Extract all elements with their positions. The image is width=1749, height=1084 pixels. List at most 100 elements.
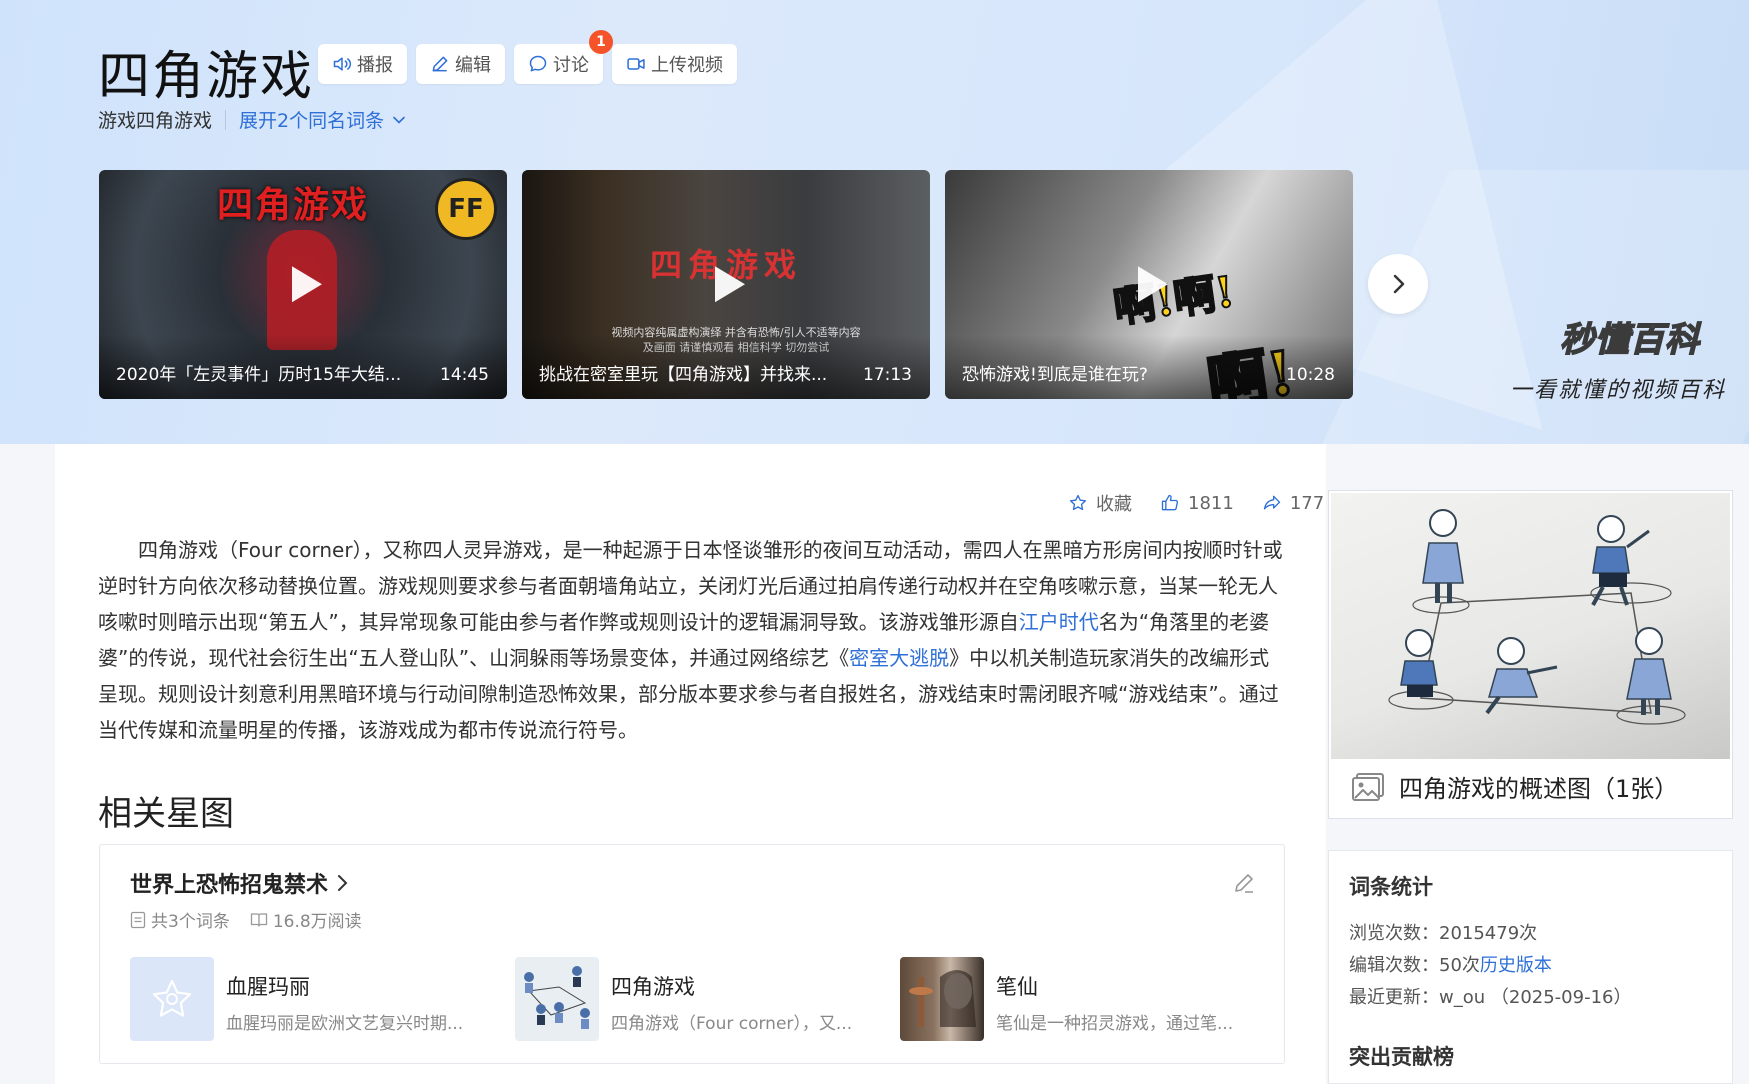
thumbs-up-icon: [1161, 494, 1179, 511]
edit-label: 编辑: [455, 55, 491, 76]
updated-label: 最近更新：: [1349, 987, 1439, 1008]
divider: [225, 109, 227, 130]
star-map-entries: 血腥玛丽 血腥玛丽是欧洲文艺复兴时期... 四角游戏 四角游戏（Four cor…: [130, 957, 1285, 1041]
edo-period-link[interactable]: 江户时代: [1019, 610, 1099, 634]
video-duration: 14:45: [440, 365, 489, 385]
like-count: 1811: [1188, 492, 1234, 514]
edit-button[interactable]: 编辑: [416, 44, 505, 84]
related-entry[interactable]: 四角游戏 四角游戏（Four corner），又...: [515, 957, 900, 1041]
entry-text: 四角游戏 四角游戏（Four corner），又...: [611, 957, 871, 1041]
collect-button[interactable]: 收藏: [1068, 490, 1132, 516]
video-card[interactable]: 啊!啊! 啊! 恐怖游戏!到底是谁在玩? 10:28: [945, 170, 1353, 399]
video-title: 挑战在密室里玩【四角游戏】并找来...: [539, 365, 828, 385]
chevron-down-icon: [393, 116, 405, 124]
views-label: 浏览次数：: [1349, 923, 1439, 944]
discuss-count-badge: 1: [589, 30, 613, 54]
video-duration: 10:28: [1286, 365, 1335, 385]
entry-thumbnail: [515, 957, 599, 1041]
play-icon[interactable]: [1138, 265, 1168, 302]
chevron-right-icon: [338, 875, 348, 891]
pencil-icon: [432, 56, 448, 72]
discuss-label: 讨论: [553, 55, 589, 76]
play-icon[interactable]: [292, 265, 322, 302]
entry-description: 血腥玛丽是欧洲文艺复兴时期...: [226, 1014, 464, 1034]
document-icon: [130, 911, 146, 928]
child-figure: [1400, 629, 1438, 697]
video-caption: 2020年「左灵事件」历时15年大结... 14:45: [99, 335, 507, 399]
star-map-title: 世界上恐怖招鬼禁术: [130, 873, 329, 898]
last-updated-stat: 最近更新：w_ou （2025-09-16）: [1349, 983, 1631, 1009]
overview-caption-text: 四角游戏的概述图（1张）: [1399, 775, 1679, 803]
toolbar: 播报 编辑 讨论 1 上传视频: [318, 30, 737, 84]
video-carousel: 四角游戏 FF 2020年「左灵事件」历时15年大结... 14:45 四角游戏…: [99, 170, 1353, 399]
top-contributors-title: 突出贡献榜: [1349, 1045, 1454, 1069]
video-title: 恐怖游戏!到底是谁在玩?: [962, 365, 1148, 385]
overview-image-caption: 四角游戏的概述图（1张）: [1351, 769, 1678, 804]
entry-name: 笔仙: [996, 975, 1038, 999]
related-section-title: 相关星图: [98, 794, 234, 834]
share-button[interactable]: 177: [1262, 490, 1324, 516]
overview-image: [1331, 493, 1730, 759]
entry-actions: 收藏 1811 177: [1068, 490, 1324, 516]
star-map-title-link[interactable]: 世界上恐怖招鬼禁术: [130, 867, 350, 899]
escape-room-link[interactable]: 密室大逃脱: [849, 646, 949, 670]
read-count-label: 16.8万阅读: [272, 912, 362, 932]
updated-value: w_ou （2025-09-16）: [1439, 987, 1632, 1008]
expand-homonyms-link[interactable]: 展开2个同名词条: [239, 106, 406, 133]
history-versions-link[interactable]: 历史版本: [1480, 955, 1552, 976]
ghost-photo-image: [909, 970, 976, 1027]
edits-label: 编辑次数：: [1349, 955, 1439, 976]
entry-stats-card: 词条统计 浏览次数：2015479次 编辑次数：50次历史版本 最近更新：w_o…: [1328, 850, 1733, 1084]
edits-value: 50次: [1439, 955, 1480, 976]
related-star-map-card: 世界上恐怖招鬼禁术 共3个词条 16.8万阅读 血腥玛丽 血腥玛丽是欧洲文艺复兴…: [99, 844, 1285, 1064]
entry-summary: 四角游戏（Four corner），又称四人灵异游戏，是一种起源于日本怪谈雏形的…: [98, 532, 1284, 748]
broadcast-label: 播报: [357, 55, 393, 76]
overview-image-card[interactable]: 四角游戏的概述图（1张）: [1328, 490, 1733, 819]
entry-description: 笔仙是一种招灵游戏，通过笔...: [996, 1014, 1234, 1034]
children-drawing-image: [524, 966, 590, 1029]
video-card[interactable]: 四角游戏 FF 2020年「左灵事件」历时15年大结... 14:45: [99, 170, 507, 399]
entry-category: 游戏四角游戏: [98, 110, 213, 132]
expand-homonyms-label: 展开2个同名词条: [239, 110, 385, 132]
child-figure: [1485, 637, 1558, 715]
share-count: 177: [1289, 492, 1325, 514]
video-title: 2020年「左灵事件」历时15年大结...: [116, 365, 402, 385]
related-entry[interactable]: 血腥玛丽 血腥玛丽是欧洲文艺复兴时期...: [130, 957, 515, 1041]
poster-title-art: 四角游戏: [217, 184, 370, 226]
share-icon: [1263, 495, 1280, 510]
views-value: 2015479次: [1439, 923, 1538, 944]
video-card[interactable]: 四角游戏 视频内容纯属虚构演绎 并含有恐怖/引人不适等内容及画面 请谨慎观看 相…: [522, 170, 930, 399]
read-count: 16.8万阅读: [250, 907, 362, 932]
page-gutter: [0, 444, 55, 1084]
broadcast-button[interactable]: 播报: [318, 44, 407, 84]
star-map-meta: 共3个词条 16.8万阅读: [130, 907, 362, 932]
entry-thumbnail: [900, 957, 984, 1041]
entry-count-label: 共3个词条: [151, 912, 230, 932]
play-icon[interactable]: [715, 265, 745, 302]
entry-count: 共3个词条: [130, 907, 230, 932]
book-icon: [250, 912, 267, 927]
child-figure: [1591, 515, 1650, 606]
edits-stat: 编辑次数：50次历史版本: [1349, 951, 1552, 977]
entry-text: 血腥玛丽 血腥玛丽是欧洲文艺复兴时期...: [226, 957, 486, 1041]
entry-text: 笔仙 笔仙是一种招灵游戏，通过笔...: [996, 957, 1256, 1041]
video-caption: 挑战在密室里玩【四角游戏】并找来... 17:13: [522, 335, 930, 399]
star-icon: [1070, 494, 1086, 511]
channel-logo: FF: [435, 178, 497, 240]
entry-description: 四角游戏（Four corner），又...: [611, 1014, 853, 1034]
video-duration: 17:13: [863, 365, 912, 385]
page-title: 四角游戏: [98, 47, 315, 107]
stats-title: 词条统计: [1349, 875, 1433, 899]
speaker-icon: [333, 57, 352, 71]
like-button[interactable]: 1811: [1160, 490, 1234, 516]
upload-video-button[interactable]: 上传视频: [612, 44, 737, 84]
child-figure: [1422, 509, 1464, 603]
carousel-next-button[interactable]: [1368, 254, 1428, 314]
image-gallery-icon: [1352, 772, 1384, 801]
related-entry[interactable]: 笔仙 笔仙是一种招灵游戏，通过笔...: [900, 957, 1285, 1041]
entry-name: 四角游戏: [611, 975, 695, 999]
discuss-button[interactable]: 讨论 1: [514, 30, 613, 84]
collect-label: 收藏: [1096, 494, 1132, 515]
chevron-right-icon: [1393, 274, 1405, 294]
star-map-edit-button[interactable]: [1232, 871, 1256, 899]
